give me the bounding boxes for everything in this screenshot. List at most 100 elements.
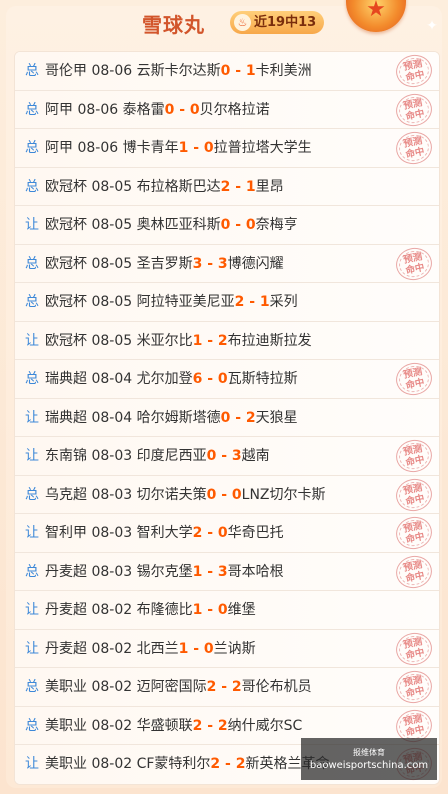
bet-type-label: 总 <box>25 486 39 503</box>
list-item[interactable]: 总乌克超 08-03 切尔诺夫策0 - 0LNZ切尔卡斯 预测 命中 <box>15 475 439 514</box>
bet-type-label: 总 <box>25 140 39 156</box>
home-score: 2 <box>192 717 203 734</box>
league-name: 东南锦 <box>45 448 87 464</box>
bet-type-label: 让 <box>25 217 39 233</box>
flame-icon: ♨ <box>234 14 251 31</box>
away-team: 越南 <box>241 448 270 464</box>
match-date: 08-02 <box>91 640 133 657</box>
home-score: 2 <box>206 679 217 695</box>
list-item[interactable]: 让欧冠杯 08-05 奥林匹亚科斯0 - 0奈梅亨 <box>15 206 439 245</box>
away-team: 华奇巴托 <box>227 525 284 541</box>
list-item[interactable]: 让东南锦 08-03 印度尼西亚0 - 3越南 预测 命中 <box>15 436 439 476</box>
list-item[interactable]: 让智利甲 08-03 智利大学2 - 0华奇巴托 预测 命中 <box>15 513 439 553</box>
home-team: 尤尔加登 <box>136 371 193 387</box>
match-info: 美职业 08-02 CF蒙特利尔2 - 2新英格兰革命 <box>45 745 329 783</box>
list-item[interactable]: 让欧冠杯 08-05 米亚尔比1 - 2布拉迪斯拉发 <box>15 321 439 360</box>
score-separator: - <box>202 563 218 580</box>
list-item[interactable]: 让瑞典超 08-04 哈尔姆斯塔德0 - 2天狼星 <box>15 398 439 437</box>
league-name: 美职业 <box>45 756 87 772</box>
match-info: 阿甲 08-06 博卡青年1 - 0拉普拉塔大学生 <box>45 129 312 167</box>
list-item[interactable]: 总哥伦甲 08-06 云斯卡尔达斯0 - 1卡利美洲 预测 命中 <box>15 51 439 91</box>
match-date: 08-02 <box>91 717 133 734</box>
prediction-hit-stamp-icon: 预测命中 <box>393 51 435 91</box>
away-team: 瓦斯特拉斯 <box>227 371 298 387</box>
home-team: 布拉格斯巴达 <box>136 178 221 195</box>
match-info: 瑞典超 08-04 尤尔加登6 - 0瓦斯特拉斯 <box>45 360 298 398</box>
list-item[interactable]: 让丹麦超 08-02 布隆德比1 - 0维堡 <box>15 591 439 630</box>
prediction-hit-stamp-icon: 预测命中 <box>393 128 435 168</box>
match-info: 美职业 08-02 华盛顿联2 - 2纳什威尔SC <box>45 707 302 745</box>
home-team: 奥林匹亚科斯 <box>136 217 221 233</box>
home-team: 圣吉罗斯 <box>136 255 193 272</box>
home-score: 0 <box>220 409 231 426</box>
match-info: 欧冠杯 08-05 布拉格斯巴达2 - 1里昂 <box>45 168 284 206</box>
match-date: 08-02 <box>91 679 133 695</box>
list-item[interactable]: 总瑞典超 08-04 尤尔加登6 - 0瓦斯特拉斯 预测 命中 <box>15 359 439 399</box>
match-info: 乌克超 08-03 切尔诺夫策0 - 0LNZ切尔卡斯 <box>45 476 326 514</box>
streak-text: 近19中13 <box>254 15 317 30</box>
streak-badge[interactable]: ♨ 近19中13 <box>230 11 325 34</box>
away-score: 0 <box>217 371 228 387</box>
home-score: 2 <box>192 525 203 541</box>
away-team: 天狼星 <box>255 409 298 426</box>
home-score: 2 <box>210 756 221 772</box>
away-team: 布拉迪斯拉发 <box>227 332 312 349</box>
list-item[interactable]: 总阿甲 08-06 博卡青年1 - 0拉普拉塔大学生 预测 命中 <box>15 128 439 168</box>
list-item[interactable]: 总美职业 08-02 迈阿密国际2 - 2哥伦布机员 预测 命中 <box>15 667 439 707</box>
away-score: 3 <box>217 563 228 580</box>
list-item[interactable]: 总丹麦超 08-03 锡尔克堡1 - 3哥本哈根 预测 命中 <box>15 552 439 591</box>
score-separator: - <box>244 294 260 310</box>
away-score: 2 <box>245 409 256 426</box>
list-item[interactable]: 总欧冠杯 08-05 布拉格斯巴达2 - 1里昂 <box>15 167 439 206</box>
list-item[interactable]: 让丹麦超 08-02 北西兰1 - 0兰讷斯 预测 命中 <box>15 629 439 668</box>
league-name: 美职业 <box>45 717 87 734</box>
home-score: 1 <box>192 563 203 580</box>
home-score: 0 <box>206 448 217 464</box>
league-name: 欧冠杯 <box>45 178 87 195</box>
bet-type-label: 总 <box>25 101 39 118</box>
match-date: 08-03 <box>91 525 133 541</box>
list-item[interactable]: 总欧冠杯 08-05 圣吉罗斯3 - 3博德闪耀 预测 命中 <box>15 244 439 283</box>
match-info: 欧冠杯 08-05 圣吉罗斯3 - 3博德闪耀 <box>45 245 284 283</box>
home-team: 博卡青年 <box>122 140 179 156</box>
score-separator: - <box>230 217 246 233</box>
match-date: 08-06 <box>77 101 119 118</box>
league-name: 智利甲 <box>45 525 87 541</box>
away-score: 0 <box>245 217 256 233</box>
prediction-list: 总哥伦甲 08-06 云斯卡尔达斯0 - 1卡利美洲 预测 命中总阿甲 08-06 … <box>14 51 440 785</box>
sparkle-icon: ✦ <box>426 18 438 34</box>
watermark-line2: baoweisportschina.com <box>309 760 429 771</box>
score-separator: - <box>174 101 190 118</box>
away-team: LNZ切尔卡斯 <box>241 486 326 503</box>
score-separator: - <box>220 756 236 772</box>
match-info: 欧冠杯 08-05 阿拉特亚美尼亚2 - 1采列 <box>45 283 298 321</box>
home-score: 3 <box>192 255 203 272</box>
bet-type-label: 总 <box>25 563 39 580</box>
score-separator: - <box>202 717 218 734</box>
home-team: 华盛顿联 <box>136 717 193 734</box>
league-name: 瑞典超 <box>45 409 87 426</box>
home-team: CF蒙特利尔 <box>136 756 211 772</box>
home-score: 1 <box>192 332 203 349</box>
score-separator: - <box>202 255 218 272</box>
league-name: 丹麦超 <box>45 563 87 580</box>
league-name: 哥伦甲 <box>45 63 87 79</box>
list-item[interactable]: 总欧冠杯 08-05 阿拉特亚美尼亚2 - 1采列 <box>15 283 439 322</box>
league-name: 丹麦超 <box>45 640 87 657</box>
match-date: 08-05 <box>91 217 133 233</box>
match-info: 阿甲 08-06 泰格雷0 - 0贝尔格拉诺 <box>45 91 270 129</box>
match-date: 08-05 <box>91 255 133 272</box>
list-item[interactable]: 总阿甲 08-06 泰格雷0 - 0贝尔格拉诺 预测 命中 <box>15 90 439 129</box>
away-score: 1 <box>245 63 256 79</box>
league-name: 欧冠杯 <box>45 217 87 233</box>
away-score: 2 <box>217 332 228 349</box>
star-medal-icon: ★ <box>340 0 412 36</box>
home-score: 1 <box>192 602 203 618</box>
home-score: 1 <box>178 140 189 156</box>
league-name: 欧冠杯 <box>45 332 87 349</box>
match-info: 智利甲 08-03 智利大学2 - 0华奇巴托 <box>45 514 284 552</box>
away-team: 里昂 <box>255 178 284 195</box>
score-separator: - <box>216 486 232 503</box>
league-name: 阿甲 <box>45 140 73 156</box>
match-info: 欧冠杯 08-05 米亚尔比1 - 2布拉迪斯拉发 <box>45 322 312 360</box>
